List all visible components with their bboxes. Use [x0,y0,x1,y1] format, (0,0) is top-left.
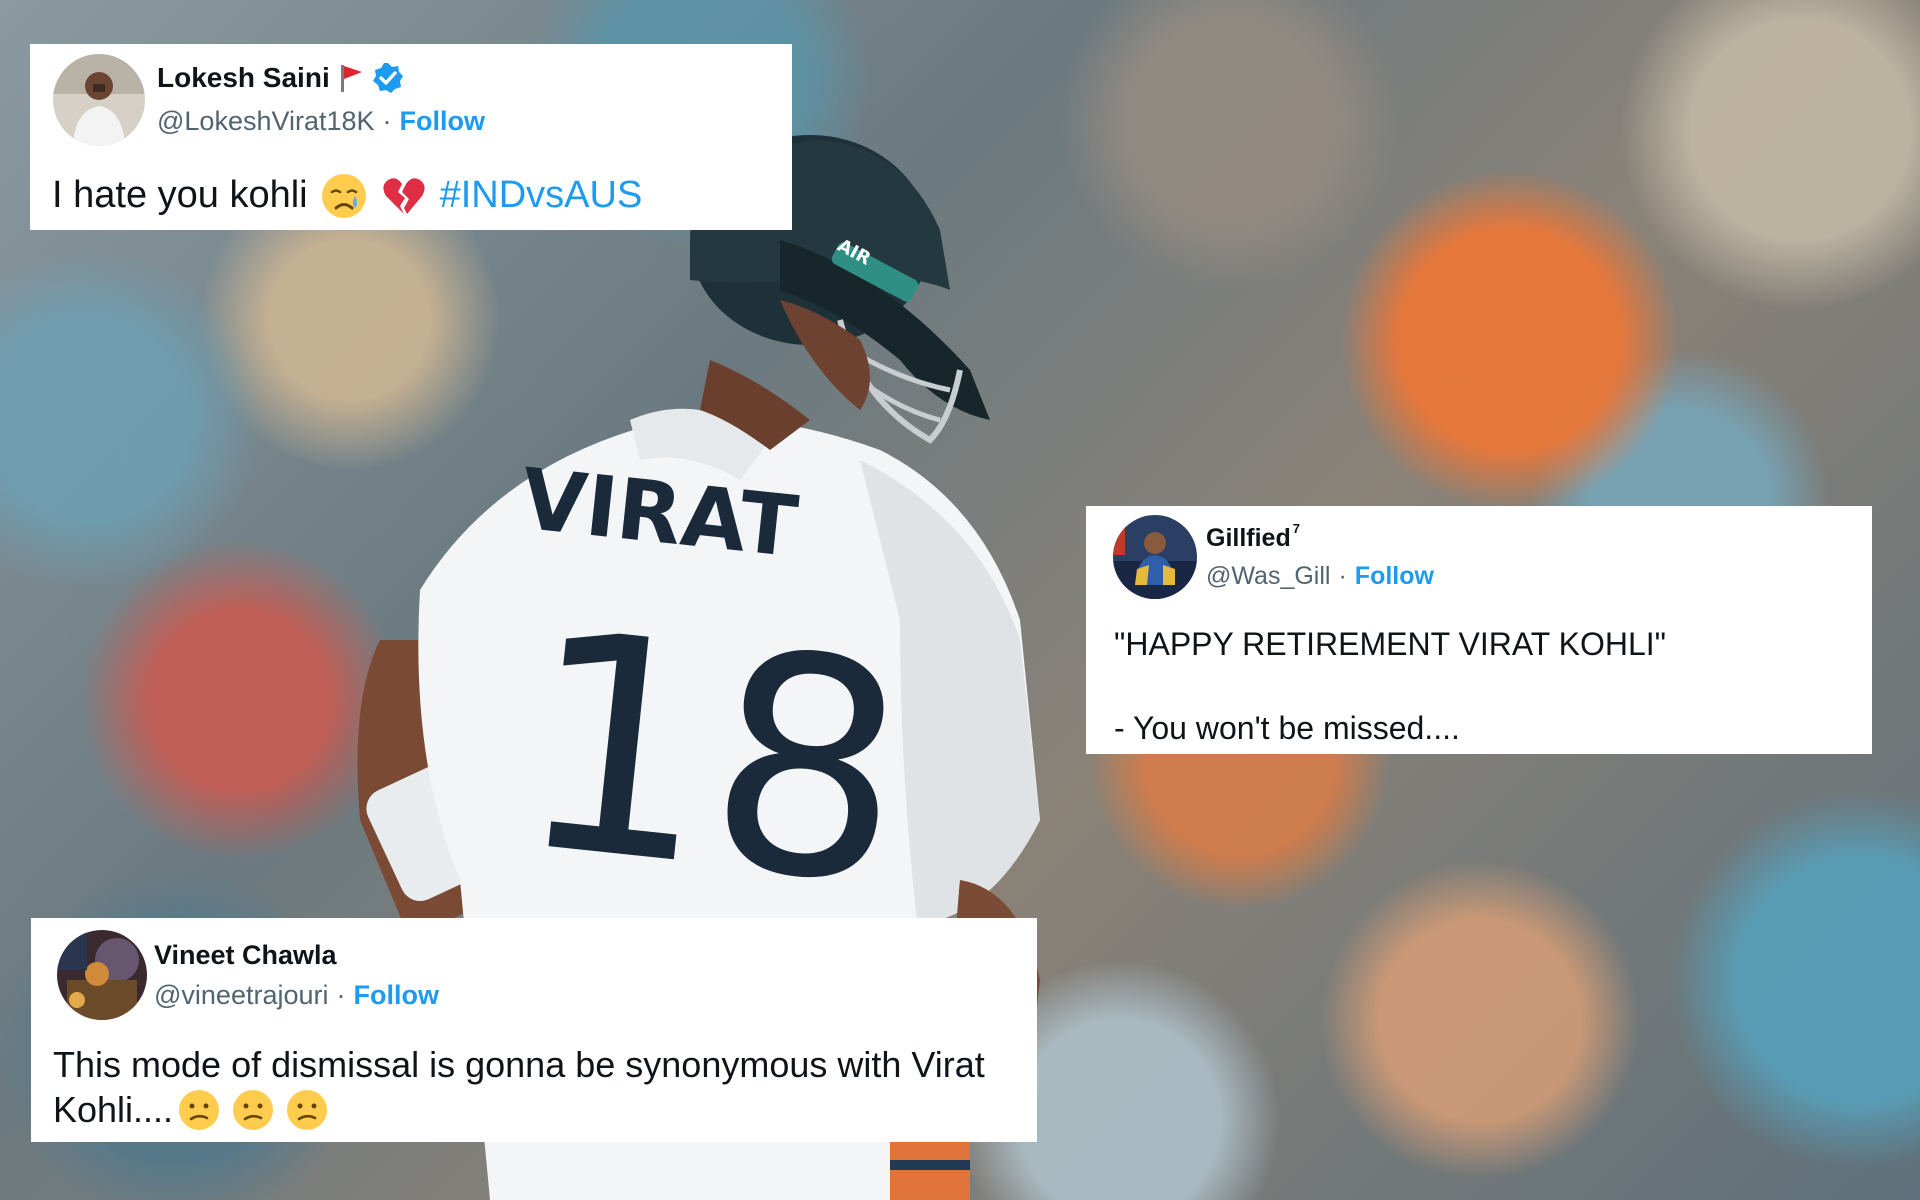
handle-line: @vineetrajouri · Follow [154,980,439,1011]
broken-heart-icon [380,172,428,220]
confused-face-icon [231,1088,275,1132]
follow-button[interactable]: Follow [354,980,439,1011]
author-name-line: Lokesh Saini [157,62,404,94]
tweet-card[interactable]: Lokesh Saini @LokeshVirat18K · Follow I … [30,44,792,230]
red-flag-icon [338,63,364,93]
crying-face-icon [320,172,368,220]
tweet-header: Lokesh Saini @LokeshVirat18K · Follow [30,44,792,148]
tweet-text-line-1: "HAPPY RETIREMENT VIRAT KOHLI" [1114,626,1667,662]
tweet-text-line-1: This mode of dismissal is gonna be synon… [53,1044,985,1085]
tweet-header: Vineet Chawla @vineetrajouri · Follow [31,918,1037,1022]
author-name[interactable]: Vineet Chawla [154,940,337,971]
author-name[interactable]: Lokesh Saini [157,62,330,94]
author-handle[interactable]: @vineetrajouri [154,980,329,1011]
avatar[interactable] [1113,515,1197,599]
follow-button[interactable]: Follow [1355,562,1434,591]
author-handle[interactable]: @Was_Gill [1206,562,1330,591]
author-name-line: Vineet Chawla [154,940,337,971]
author-handle[interactable]: @LokeshVirat18K [157,106,375,137]
name-superscript: 7 [1292,521,1300,536]
confused-face-icon [177,1088,221,1132]
handle-line: @Was_Gill · Follow [1206,562,1434,591]
tweet-card[interactable]: Gillfied 7 @Was_Gill · Follow "HAPPY RET… [1086,506,1872,754]
avatar[interactable] [53,54,145,146]
tweet-header: Gillfied 7 @Was_Gill · Follow [1086,506,1872,610]
tweet-text-line-2-wrapper: Kohli.... [53,1087,1033,1132]
verified-badge-icon [372,62,404,94]
hashtag-link[interactable]: #INDvsAUS [440,172,643,220]
author-name[interactable]: Gillfied [1206,524,1291,553]
separator-dot: · [1338,562,1347,590]
tweet-text: "HAPPY RETIREMENT VIRAT KOHLI" - You won… [1114,624,1666,748]
tweet-text-line-2: - You won't be missed.... [1114,710,1460,746]
tweet-text: I hate you kohli #INDvsAUS [52,172,642,220]
tweet-text-line-2: Kohli.... [53,1089,174,1130]
separator-dot: · [336,980,346,1010]
tweet-text: This mode of dismissal is gonna be synon… [53,1042,1033,1132]
confused-face-icon [285,1088,329,1132]
separator-dot: · [382,106,392,136]
handle-line: @LokeshVirat18K · Follow [157,106,485,137]
author-name-line: Gillfied 7 [1206,521,1300,553]
tweet-card[interactable]: Vineet Chawla @vineetrajouri · Follow Th… [31,918,1037,1142]
tweet-text-content: I hate you kohli [52,174,308,217]
avatar[interactable] [57,930,147,1020]
follow-button[interactable]: Follow [400,106,485,137]
